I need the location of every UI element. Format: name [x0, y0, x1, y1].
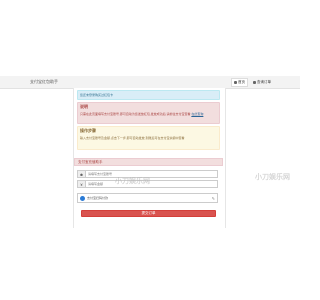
- info-alert: 您还未登录购买过红包卡: [77, 90, 220, 100]
- brand-title[interactable]: 支付宝红包助手: [30, 79, 58, 85]
- radio-icon[interactable]: [80, 195, 85, 201]
- danger-alert-text: 只需在此页面填写支付宝账号,即可自动为您发放红包,发放成功后,请前往支付宝查看: [80, 112, 191, 116]
- nav-home-label: 首页: [238, 79, 245, 84]
- payment-label: 支付宝扫码付款: [87, 196, 109, 200]
- nav-query-label: 查询订单: [257, 79, 271, 84]
- watermark: 小刀娱乐网: [255, 174, 290, 181]
- danger-alert-title: 说明: [80, 104, 88, 109]
- payment-method[interactable]: 支付宝扫码付款 ✎: [77, 193, 218, 203]
- warning-alert-title: 操作步骤: [80, 128, 96, 133]
- submit-button[interactable]: 提交订单: [81, 210, 216, 217]
- form-panel-heading: 支付宝充值助手: [74, 158, 223, 166]
- search-icon: [253, 80, 256, 84]
- warning-alert-text: 输入支付宝账号及金额,点击下一步,即可自动发放,到账后可在支付宝余额中查看: [80, 136, 185, 140]
- warning-alert: 操作步骤 输入支付宝账号及金额,点击下一步,即可自动发放,到账后可在支付宝余额中…: [77, 126, 220, 150]
- danger-alert: 说明 只需在此页面填写支付宝账号,即可自动为您发放红包,发放成功后,请前往支付宝…: [77, 102, 220, 124]
- watermark: 小刀娱乐网: [115, 178, 150, 185]
- nav-home[interactable]: 首页: [231, 77, 248, 87]
- info-alert-text: 您还未登录购买过红包卡: [80, 93, 114, 97]
- nav-query-order[interactable]: 查询订单: [251, 79, 273, 86]
- user-icon: ☻: [78, 171, 86, 177]
- home-icon: [234, 80, 237, 84]
- edit-icon[interactable]: ✎: [212, 196, 215, 201]
- danger-alert-link[interactable]: 在此查询: [191, 112, 203, 116]
- nav-right: 首页 查询订单: [231, 77, 273, 87]
- money-icon: ¥: [78, 181, 86, 187]
